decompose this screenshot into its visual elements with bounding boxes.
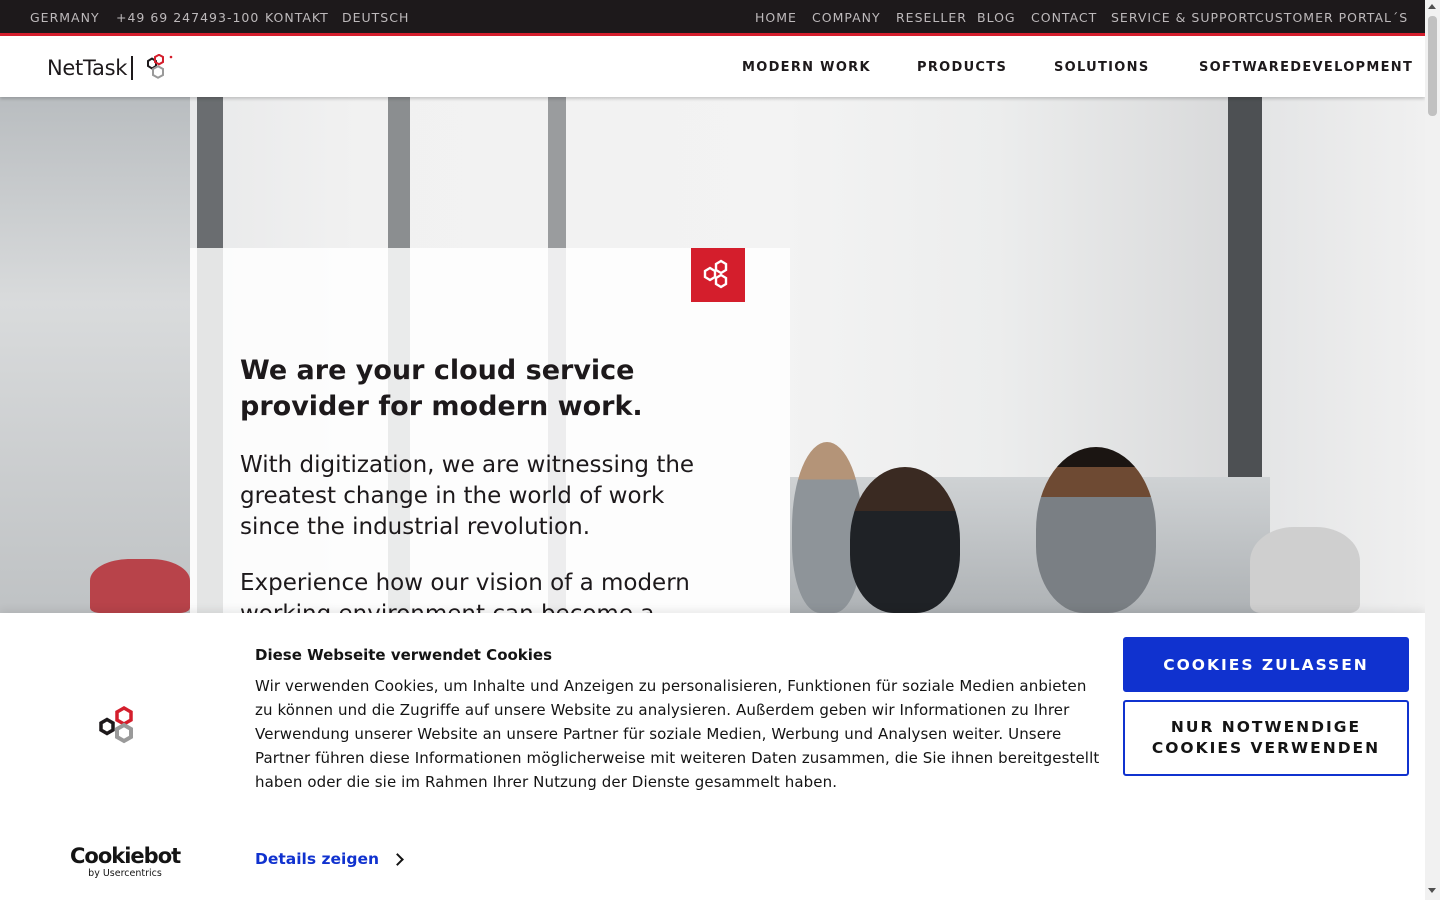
hero-paragraph: With digitization, we are witnessing the… (240, 452, 695, 540)
topbar-service-support-link[interactable]: SERVICE & SUPPORT (1111, 10, 1256, 25)
cookiebot-subtitle: by Usercentrics (88, 868, 162, 879)
nav-solutions[interactable]: SOLUTIONS (1054, 60, 1150, 75)
hexagon-icon (703, 259, 728, 289)
details-toggle-label: Details zeigen (255, 850, 379, 868)
topbar-home-link[interactable]: HOME (755, 10, 797, 25)
necessary-cookies-button[interactable]: NUR NOTWENDIGE COOKIES VERWENDEN (1123, 700, 1409, 776)
cookiebot-wordmark: Cookiebot (70, 844, 181, 868)
background-chair (1250, 527, 1360, 613)
logo-wordmark: NetTask (47, 56, 128, 80)
cookiebot-logo[interactable]: Cookiebot by Usercentrics (70, 844, 181, 879)
topbar-contact-link[interactable]: CONTACT (1031, 10, 1097, 25)
cookie-banner-title: Diese Webseite verwendet Cookies (255, 646, 553, 664)
topbar-blog-link[interactable]: BLOG (977, 10, 1016, 25)
topbar-reseller-link[interactable]: RESELLER (896, 10, 967, 25)
background-window-left (0, 97, 190, 613)
topbar-kontakt-link[interactable]: KONTAKT (265, 10, 329, 25)
background-person (850, 467, 960, 613)
hero-paragraph: Experience how our vision of a modern wo… (240, 570, 690, 613)
cookie-consent-banner: Cookiebot by Usercentrics Diese Webseite… (0, 613, 1425, 900)
nav-softwaredevelopment[interactable]: SOFTWAREDEVELOPMENT (1199, 60, 1413, 75)
background-person (1036, 447, 1156, 613)
details-toggle-link[interactable]: Details zeigen (255, 850, 404, 868)
page-scrollbar[interactable] (1425, 0, 1440, 900)
topbar-company-link[interactable]: COMPANY (812, 10, 881, 25)
topbar-customer-portal-link[interactable]: CUSTOMER PORTAL´S (1255, 10, 1408, 25)
background-chair (90, 559, 190, 613)
scroll-up-arrow-icon[interactable] (1428, 4, 1436, 9)
hexagon-badge-icon (691, 248, 745, 302)
logo-separator (131, 56, 134, 80)
topbar-phone-link[interactable]: +49 69 247493-100 (116, 10, 259, 25)
allow-cookies-button[interactable]: COOKIES ZULASSEN (1123, 637, 1409, 692)
hero-section: We are your cloud service provider for m… (0, 97, 1425, 613)
nettask-logo[interactable]: NetTask (47, 53, 174, 83)
top-bar: GERMANY +49 69 247493-100 KONTAKT DEUTSC… (0, 0, 1425, 36)
topbar-language-link[interactable]: DEUTSCH (342, 10, 409, 25)
hero-title: We are your cloud service provider for m… (240, 355, 643, 422)
nav-products[interactable]: PRODUCTS (917, 60, 1007, 75)
nav-modern-work[interactable]: MODERN WORK (742, 60, 871, 75)
hexagon-logo-icon (147, 54, 173, 79)
main-navigation: NetTask MODERN WORK PRODUCTS SOLUTIONS S… (0, 39, 1425, 97)
scrollbar-thumb[interactable] (1428, 16, 1437, 116)
scroll-down-arrow-icon[interactable] (1428, 888, 1436, 893)
cookie-banner-logo-icon (99, 705, 133, 744)
cookie-banner-text: Wir verwenden Cookies, um Inhalte und An… (255, 677, 1100, 791)
topbar-country-link[interactable]: GERMANY (30, 10, 100, 25)
chevron-right-icon (391, 852, 404, 866)
hero-text-card: We are your cloud service provider for m… (190, 248, 790, 613)
